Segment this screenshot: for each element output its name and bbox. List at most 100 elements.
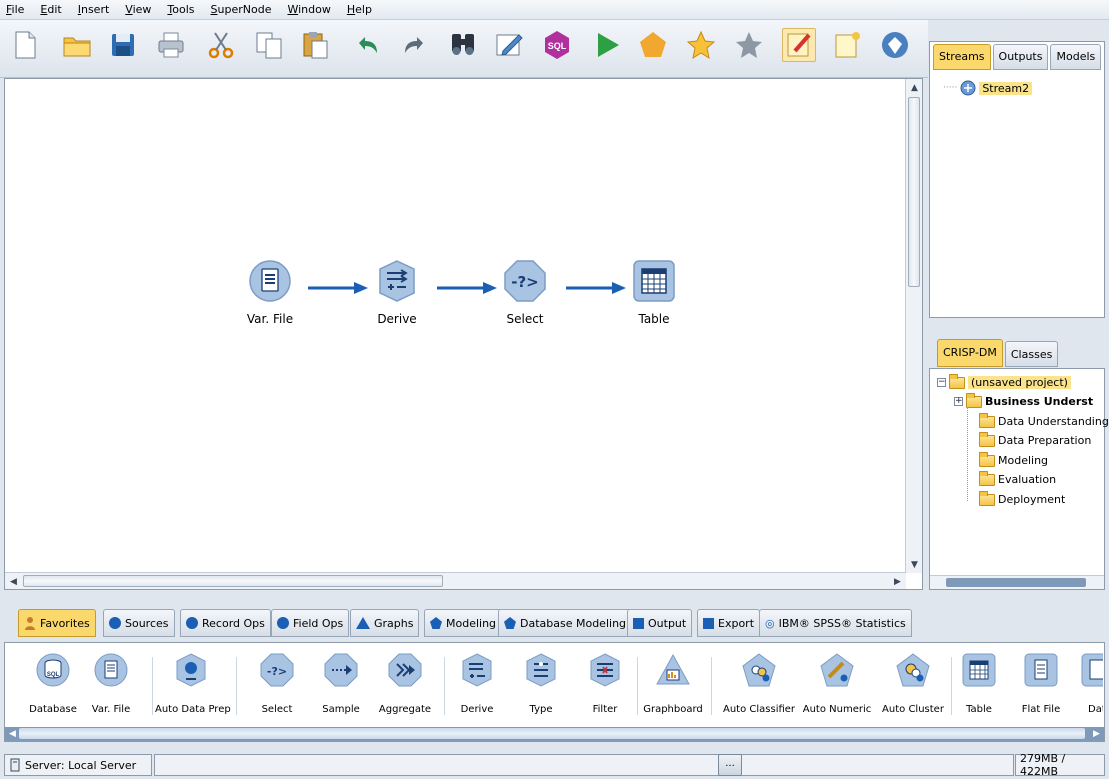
palette-node-label: Var. File <box>91 704 131 715</box>
new-stream-icon[interactable] <box>8 28 42 62</box>
print-icon[interactable] <box>154 28 188 62</box>
expand-icon[interactable]: + <box>954 397 963 406</box>
palette-node-auto-numeric[interactable]: Auto Numeric <box>801 653 873 715</box>
find-icon[interactable] <box>446 28 480 62</box>
palette-node-data[interactable]: Data <box>1067 653 1103 715</box>
menu-view[interactable]: View <box>125 3 151 16</box>
database-icon-label: SQL <box>47 672 60 678</box>
tab-export[interactable]: Export <box>697 609 761 637</box>
menu-help[interactable]: Help <box>347 3 372 16</box>
palette-node-derive[interactable]: Derive <box>441 653 513 715</box>
tree-connector: ····· <box>943 83 958 93</box>
stream-item[interactable]: ····· Stream2 <box>943 80 1033 96</box>
menu-window[interactable]: Window <box>287 3 330 16</box>
palette-node-aggregate[interactable]: Aggregate <box>369 653 441 715</box>
tab-label: Database Modeling <box>520 616 627 630</box>
tab-spss-statistics[interactable]: ◎ IBM® SPSS® Statistics <box>759 609 912 637</box>
tab-modeling[interactable]: Modeling <box>424 609 503 637</box>
node-select[interactable]: -?> Select <box>485 259 565 326</box>
redo-icon[interactable] <box>398 28 432 62</box>
palette-separator <box>236 657 237 715</box>
tab-field-ops[interactable]: Field Ops <box>271 609 350 637</box>
type-icon <box>526 653 556 687</box>
auto-numeric-icon <box>820 653 854 687</box>
palette-node-graphboard[interactable]: Graphboard <box>637 653 709 715</box>
paste-icon[interactable] <box>298 28 332 62</box>
project-folder[interactable]: + Business Underst <box>954 392 1093 408</box>
palette-node-auto-cluster[interactable]: Auto Cluster <box>877 653 949 715</box>
folder-label: Data Preparation <box>998 434 1092 447</box>
annotation-toggle-icon[interactable] <box>782 28 816 62</box>
tab-sources[interactable]: Sources <box>103 609 175 637</box>
tab-favorites[interactable]: Favorites <box>18 609 96 637</box>
node-derive[interactable]: Derive <box>357 259 437 326</box>
palette-node-filter[interactable]: Filter <box>569 653 641 715</box>
project-folder[interactable]: Data Understanding <box>963 412 1109 428</box>
menu-insert[interactable]: Insert <box>78 3 110 16</box>
project-folder[interactable]: Modeling <box>963 451 1048 467</box>
scrollbar-thumb[interactable] <box>19 728 1085 739</box>
palette-node-sample[interactable]: Sample <box>305 653 377 715</box>
svg-text:-?>: -?> <box>267 665 287 678</box>
sql-icon[interactable]: SQL <box>540 28 574 62</box>
project-folder[interactable]: Deployment <box>963 490 1065 506</box>
menu-tools[interactable]: Tools <box>167 3 194 16</box>
palette-scrollbar[interactable]: ◀ ▶ <box>5 727 1104 741</box>
menu-supernode[interactable]: SuperNode <box>211 3 272 16</box>
cut-icon[interactable] <box>204 28 238 62</box>
copy-icon[interactable] <box>252 28 286 62</box>
tab-outputs[interactable]: Outputs <box>992 44 1049 70</box>
run-icon[interactable] <box>590 28 624 62</box>
tab-graphs[interactable]: Graphs <box>350 609 420 637</box>
palette-node-label: Sample <box>322 704 360 715</box>
scroll-right-icon[interactable]: ▶ <box>890 574 905 589</box>
add-favorite-icon[interactable] <box>732 28 766 62</box>
palette-node-auto-classifier[interactable]: Auto Classifier <box>723 653 795 715</box>
stream-icon <box>960 80 976 96</box>
project-horizontal-scrollbar[interactable] <box>930 575 1104 589</box>
scroll-down-icon[interactable]: ▼ <box>907 557 922 572</box>
node-table[interactable]: Table <box>614 259 694 326</box>
scrollbar-thumb[interactable] <box>908 97 920 287</box>
var-file-icon <box>94 653 128 687</box>
folder-icon <box>949 373 965 389</box>
canvas-vertical-scrollbar[interactable]: ▲ ▼ <box>905 79 922 573</box>
save-icon[interactable] <box>106 28 140 62</box>
comment-icon[interactable] <box>830 28 864 62</box>
menu-file[interactable]: File <box>6 3 24 16</box>
canvas-horizontal-scrollbar[interactable]: ◀ ▶ <box>5 572 906 589</box>
scrollbar-thumb[interactable] <box>946 578 1086 587</box>
scroll-left-icon[interactable]: ◀ <box>6 574 21 589</box>
supernode-icon[interactable] <box>636 28 670 62</box>
favorite-icon[interactable] <box>684 28 718 62</box>
tab-classes[interactable]: Classes <box>1004 341 1059 367</box>
stream-canvas[interactable]: Var. File Derive -?> Select Table ▲ ▼ ◀ … <box>4 78 923 590</box>
edit-icon[interactable] <box>492 28 526 62</box>
node-var-file[interactable]: Var. File <box>230 259 310 326</box>
project-root[interactable]: − (unsaved project) <box>937 373 1071 389</box>
undo-icon[interactable] <box>350 28 384 62</box>
status-more-button[interactable]: ... <box>718 754 742 776</box>
diamond-icon[interactable] <box>878 28 912 62</box>
palette-node-auto-data-prep[interactable]: Auto Data Prep <box>155 653 231 715</box>
tab-record-ops[interactable]: Record Ops <box>180 609 271 637</box>
palette-node-var-file[interactable]: Var. File <box>75 653 147 715</box>
palette-node-type[interactable]: Type <box>505 653 577 715</box>
palette-node-select[interactable]: -?> Select <box>241 653 313 715</box>
tab-models[interactable]: Models <box>1050 44 1102 70</box>
menu-edit[interactable]: Edit <box>40 3 61 16</box>
scroll-up-icon[interactable]: ▲ <box>907 80 922 95</box>
tab-database-modeling[interactable]: Database Modeling <box>498 609 633 637</box>
scroll-left-icon[interactable]: ◀ <box>5 727 20 740</box>
tab-streams[interactable]: Streams <box>933 44 991 70</box>
collapse-icon[interactable]: − <box>937 378 946 387</box>
tab-crisp-dm[interactable]: CRISP-DM <box>937 339 1003 367</box>
scrollbar-thumb[interactable] <box>23 575 443 587</box>
scroll-right-icon[interactable]: ▶ <box>1089 727 1104 740</box>
tab-output[interactable]: Output <box>627 609 693 637</box>
server-status[interactable]: Server: Local Server <box>4 754 152 776</box>
canvas-area[interactable]: Var. File Derive -?> Select Table <box>5 79 906 573</box>
open-folder-icon[interactable] <box>60 28 94 62</box>
project-folder[interactable]: Data Preparation <box>963 431 1092 447</box>
project-folder[interactable]: Evaluation <box>963 470 1056 486</box>
